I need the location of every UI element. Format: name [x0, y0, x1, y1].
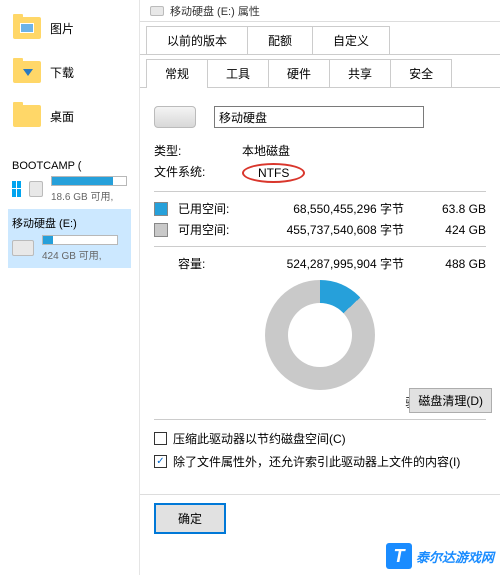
tab-previous-versions[interactable]: 以前的版本 — [146, 26, 248, 54]
device-icon — [154, 106, 196, 128]
drive-subtext: 18.6 GB 可用, — [51, 188, 127, 203]
nav-label: 桌面 — [50, 108, 74, 125]
filesystem-value: NTFS — [242, 163, 305, 183]
type-value: 本地磁盘 — [242, 142, 290, 159]
sidebar-item-desktop[interactable]: 桌面 — [8, 98, 131, 134]
folder-pictures-icon — [12, 16, 42, 40]
tab-tools[interactable]: 工具 — [207, 59, 269, 87]
sidebar-item-pictures[interactable]: 图片 — [8, 10, 131, 46]
free-human: 424 GB — [426, 223, 486, 237]
type-label: 类型: — [154, 142, 214, 159]
tab-customize[interactable]: 自定义 — [312, 26, 390, 54]
compress-checkbox[interactable] — [154, 432, 167, 445]
dialog-title: 移动硬盘 (E:) 属性 — [170, 3, 260, 19]
free-label: 可用空间: — [178, 221, 238, 238]
folder-desktop-icon — [12, 104, 42, 128]
properties-dialog: 移动硬盘 (E:) 属性 以前的版本 配额 自定义 常规 工具 硬件 共享 安全… — [140, 0, 500, 575]
windows-logo-icon — [12, 181, 21, 197]
nav-label: 下载 — [50, 64, 74, 81]
drive-name-input[interactable] — [214, 106, 424, 128]
drive-icon — [29, 181, 43, 197]
watermark-logo: T 泰尔达游戏网 — [386, 543, 494, 569]
drive-usage-bar — [51, 176, 127, 186]
explorer-sidebar: 图片 下载 桌面 BOOTCAMP ( 18.6 GB 可用, — [0, 0, 140, 575]
capacity-bytes: 524,287,995,904 字节 — [248, 255, 416, 272]
drive-item-bootcamp[interactable]: BOOTCAMP ( 18.6 GB 可用, — [8, 154, 131, 209]
drive-icon — [150, 6, 164, 16]
used-label: 已用空间: — [178, 200, 238, 217]
nav-label: 图片 — [50, 20, 74, 37]
used-color-swatch — [154, 202, 168, 216]
ok-button[interactable]: 确定 — [154, 503, 226, 534]
used-bytes: 68,550,455,296 字节 — [248, 200, 416, 217]
drive-icon — [12, 240, 34, 256]
tab-sharing[interactable]: 共享 — [329, 59, 391, 87]
tab-hardware[interactable]: 硬件 — [268, 59, 330, 87]
tab-security[interactable]: 安全 — [390, 59, 452, 87]
index-label: 除了文件属性外，还允许索引此驱动器上文件的内容(I) — [173, 453, 460, 470]
drive-name: 移动硬盘 (E:) — [12, 215, 127, 231]
drive-usage-bar — [42, 235, 118, 245]
drive-item-removable[interactable]: 移动硬盘 (E:) 424 GB 可用, — [8, 209, 131, 268]
index-checkbox[interactable]: ✓ — [154, 455, 167, 468]
free-color-swatch — [154, 223, 168, 237]
tabs-row-top: 以前的版本 配额 自定义 — [140, 22, 500, 55]
disk-cleanup-button[interactable]: 磁盘清理(D) — [409, 388, 492, 413]
tab-quota[interactable]: 配额 — [247, 26, 313, 54]
dialog-footer: 确定 — [140, 494, 500, 534]
capacity-label: 容量: — [178, 255, 238, 272]
compress-label: 压缩此驱动器以节约磁盘空间(C) — [173, 430, 346, 447]
capacity-human: 488 GB — [426, 257, 486, 271]
used-human: 63.8 GB — [426, 202, 486, 216]
tabs-row-bottom: 常规 工具 硬件 共享 安全 — [140, 55, 500, 88]
filesystem-label: 文件系统: — [154, 163, 214, 183]
tab-general[interactable]: 常规 — [146, 59, 208, 87]
dialog-titlebar: 移动硬盘 (E:) 属性 — [140, 0, 500, 22]
folder-downloads-icon — [12, 60, 42, 84]
drive-name: BOOTCAMP ( — [12, 160, 127, 172]
usage-donut-chart — [265, 280, 375, 390]
drive-subtext: 424 GB 可用, — [42, 247, 118, 262]
logo-icon: T — [386, 543, 412, 569]
free-bytes: 455,737,540,608 字节 — [248, 221, 416, 238]
watermark-text: 泰尔达游戏网 — [416, 547, 494, 566]
sidebar-item-downloads[interactable]: 下载 — [8, 54, 131, 90]
